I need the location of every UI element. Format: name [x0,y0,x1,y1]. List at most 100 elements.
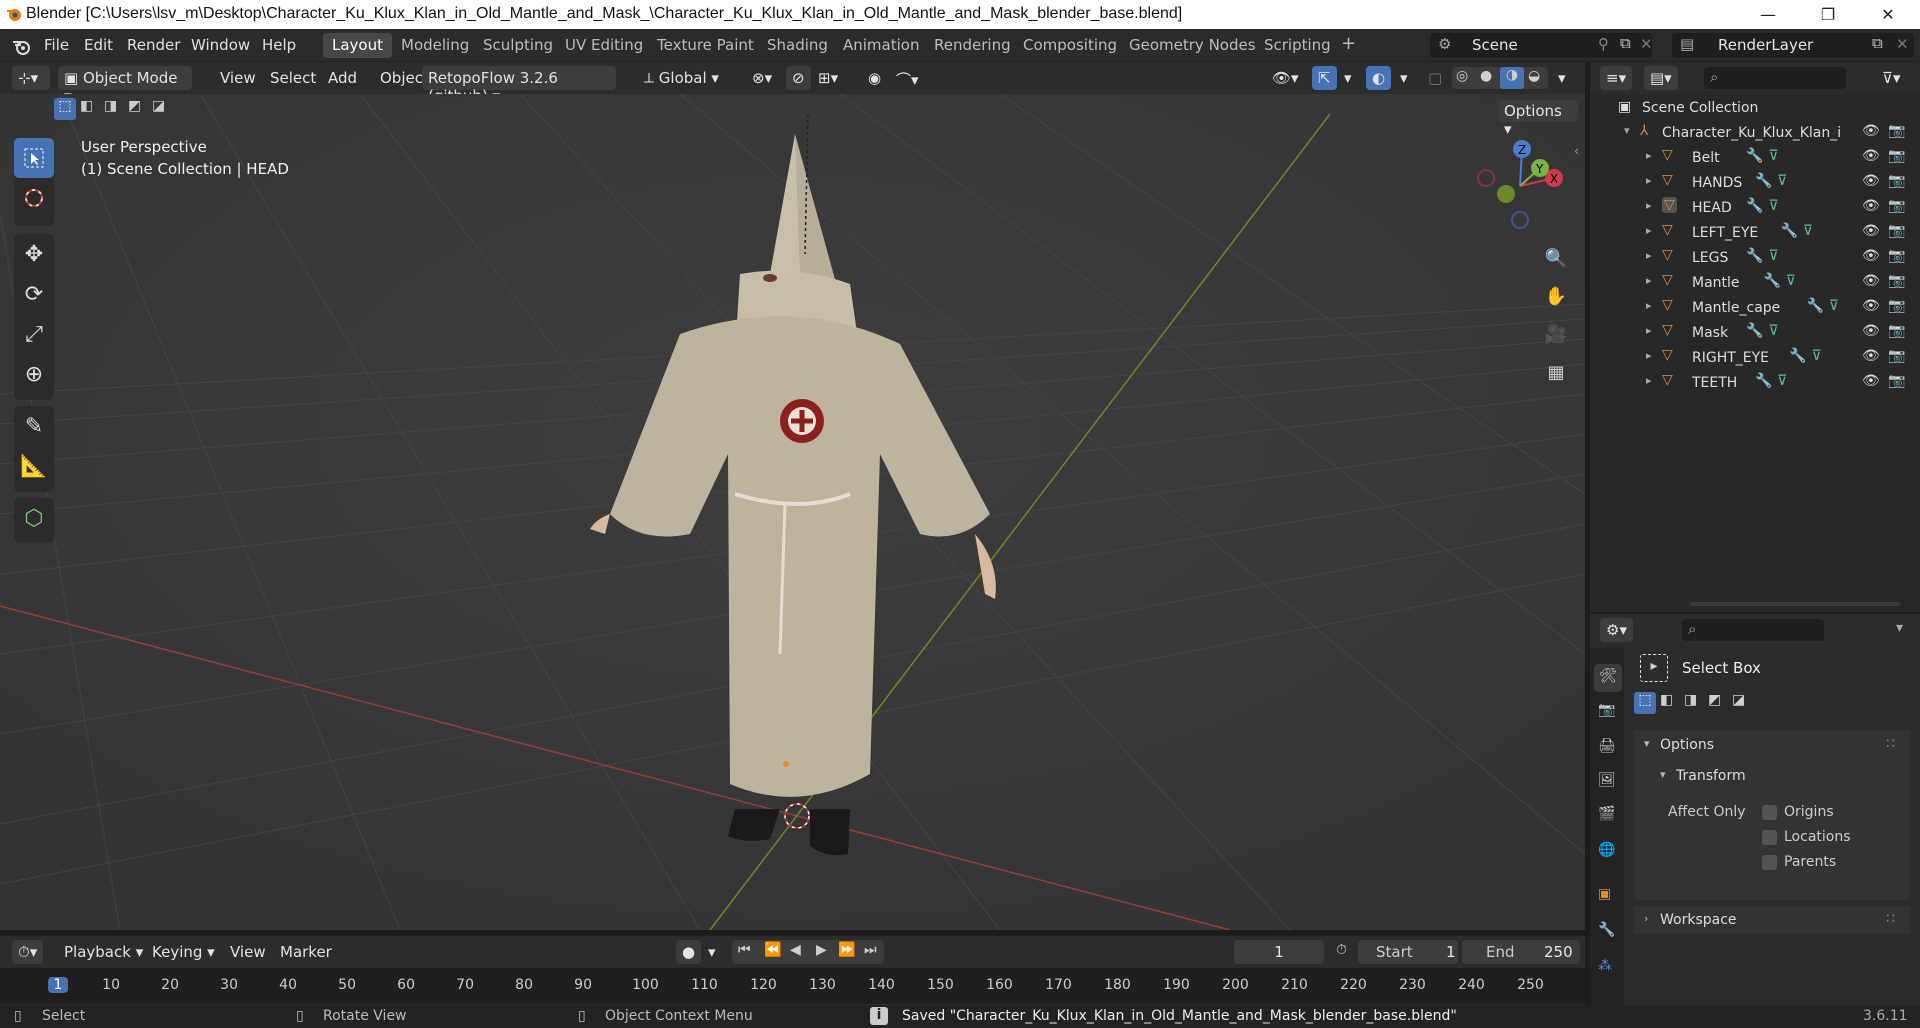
render-camera-icon[interactable]: 📷 [1888,373,1905,389]
tool-tab-icon[interactable]: 🛠 [1594,664,1622,692]
outliner-collection[interactable]: ▾ ⅄ Character_Ku_Klux_Klan_i 👁 📷 [1590,121,1920,146]
proportional-edit-icon[interactable]: ◉ [862,66,887,90]
start-frame-field[interactable]: Start 1 [1358,940,1458,964]
end-frame-field[interactable]: End 250 [1462,940,1580,964]
output-tab-icon[interactable]: 🖨 [1598,738,1616,754]
proportional-falloff-icon[interactable]: ⌒▾ [890,66,925,90]
restore-button[interactable]: ❐ [1800,0,1856,29]
expand-arrow-icon[interactable]: ▾ [1624,124,1630,137]
snap-target-icon[interactable]: ⊞▾ [812,66,844,90]
visibility-eye-icon[interactable]: 👁 [1862,273,1880,289]
mesh-data-icon[interactable]: ⊽ [1811,348,1821,364]
annotate-tool-icon[interactable]: ✎ [14,406,54,446]
tab-sculpting[interactable]: Sculpting [474,33,562,58]
modifier-wrench-icon[interactable]: 🔧 [1755,173,1772,189]
viewport-options-dropdown[interactable]: Options ▾ [1498,100,1578,138]
transform-orientation-selector[interactable]: ⟂ Global ▾ [638,66,734,90]
options-panel-title[interactable]: Options [1660,737,1714,753]
jump-start-icon[interactable]: ⏮ [738,942,751,958]
modifier-wrench-icon[interactable]: 🔧 [1807,298,1824,314]
mesh-data-icon[interactable]: ⊽ [1768,148,1778,164]
render-tab-icon[interactable]: 📷 [1598,702,1615,718]
timeline-menu-keying[interactable]: Keying ▾ [146,940,221,964]
select-new-icon[interactable]: ⬚ [1634,692,1656,714]
current-frame-indicator[interactable]: 1 [48,977,68,993]
workspace-expand-icon[interactable]: › [1644,912,1648,925]
viewport-menu-select[interactable]: Select [264,66,322,90]
origins-checkbox[interactable] [1762,805,1777,820]
drag-handle-icon[interactable]: ∷ [1886,736,1895,752]
outliner-object-row[interactable]: ▸ ▽ LEGS 🔧 ⊽ 👁 📷 [1590,246,1920,271]
render-camera-icon[interactable]: 📷 [1888,198,1905,214]
tab-animation[interactable]: Animation [834,33,928,58]
3d-viewport[interactable]: User Perspective (1) Scene Collection | … [0,94,1585,930]
expand-arrow-icon[interactable]: ▸ [1646,174,1652,187]
timeline-editor-type-icon[interactable]: ⏱▾ [12,940,44,964]
menu-window[interactable]: Window [191,36,250,54]
expand-arrow-icon[interactable]: ▸ [1646,249,1652,262]
viewport-menu-add[interactable]: Add [322,66,363,90]
visibility-eye-icon[interactable]: 👁 [1862,323,1880,339]
delete-scene-icon[interactable]: ✕ [1640,35,1653,53]
render-camera-icon[interactable]: 📷 [1888,273,1905,289]
overlay-dropdown-icon[interactable]: ▾ [1394,66,1414,90]
timeline-menu-view[interactable]: View [224,940,272,964]
view-layer-selector[interactable]: ▤ RenderLayer ⧉ ✕ [1672,33,1914,58]
particles-tab-icon[interactable]: ⁂ [1598,958,1612,974]
visibility-eye-icon[interactable]: 👁 [1862,248,1880,264]
navigation-gizmo[interactable]: Z X Y [1470,136,1570,236]
select-invert-icon[interactable]: ◩ [1708,692,1721,708]
auto-keying-icon[interactable]: ● [676,940,702,964]
render-camera-icon[interactable]: 📷 [1888,248,1905,264]
modifier-wrench-icon[interactable]: 🔧 [1789,348,1806,364]
mesh-data-icon[interactable]: ⊽ [1829,298,1839,314]
transform-subpanel-title[interactable]: Transform [1676,768,1746,784]
modifier-wrench-icon[interactable]: 🔧 [1746,198,1763,214]
menu-help[interactable]: Help [262,36,296,54]
mesh-data-icon[interactable]: ⊽ [1777,373,1787,389]
options-collapse-icon[interactable]: ▾ [1644,737,1650,750]
menu-file[interactable]: File [44,36,69,54]
jump-end-icon[interactable]: ⏭ [864,942,877,958]
viewport-menu-view[interactable]: View [214,66,262,90]
mesh-data-icon[interactable]: ⊽ [1786,273,1796,289]
outliner-object-row[interactable]: ▸ ▽ RIGHT_EYE 🔧 ⊽ 👁 📷 [1590,346,1920,371]
rotate-tool-icon[interactable]: ⟳ [14,274,54,314]
outliner-search-input[interactable]: ⌕ [1704,67,1846,89]
outliner-object-row[interactable]: ▸ ▽ LEFT_EYE 🔧 ⊽ 👁 📷 [1590,221,1920,246]
properties-options-icon[interactable]: ▾ [1896,620,1903,636]
outliner-object-row[interactable]: ▸ ▽ HANDS 🔧 ⊽ 👁 📷 [1590,171,1920,196]
material-preview-shading-icon[interactable]: ◑ [1500,67,1524,89]
xray-toggle-icon[interactable]: ▢ [1422,66,1448,90]
tab-texture-paint[interactable]: Texture Paint [648,33,763,58]
cursor-tool-icon[interactable] [14,178,54,218]
render-camera-icon[interactable]: 📷 [1888,148,1905,164]
modifier-wrench-icon[interactable]: 🔧 [1755,373,1772,389]
timeline-menu-playback[interactable]: Playback ▾ [58,940,149,964]
modifier-wrench-icon[interactable]: 🔧 [1781,223,1798,239]
visibility-eye-icon[interactable]: 👁 [1862,298,1880,314]
mode-selector[interactable]: ▣ Object Mode ▾ [58,66,192,105]
close-button[interactable]: ✕ [1860,0,1916,29]
retopoflow-button[interactable]: RetopoFlow 3.2.6 (github) ▾ [422,66,616,105]
tab-rendering[interactable]: Rendering [925,33,1020,58]
select-extend-icon[interactable]: ◧ [1660,692,1673,708]
overlay-toggle-icon[interactable]: ◐ [1366,66,1392,90]
expand-arrow-icon[interactable]: ▸ [1646,374,1652,387]
menu-edit[interactable]: Edit [84,36,113,54]
editor-type-icon[interactable]: ⊹▾ [12,66,50,90]
pan-view-icon[interactable]: ✋ [1540,280,1572,312]
outliner-object-row[interactable]: ▸ ▽ TEETH 🔧 ⊽ 👁 📷 [1590,371,1920,396]
keying-set-dropdown-icon[interactable]: ▾ [702,940,722,964]
select-intersect-icon[interactable]: ◪ [1732,692,1745,708]
tab-shading[interactable]: Shading [758,33,837,58]
outliner-scene-collection[interactable]: ▣ Scene Collection [1590,96,1920,121]
transform-tool-icon[interactable]: ⊕ [14,354,54,394]
locations-checkbox[interactable] [1762,830,1777,845]
outliner-object-row[interactable]: ▸ ▽ Mantle_cape 🔧 ⊽ 👁 📷 [1590,296,1920,321]
properties-search-input[interactable]: ⌕ [1682,619,1824,641]
render-camera-icon[interactable]: 📷 [1888,223,1905,239]
outliner-object-row[interactable]: ▸ ▽ Mantle 🔧 ⊽ 👁 📷 [1590,271,1920,296]
select-new-icon[interactable]: ⬚ [54,98,76,120]
render-camera-icon[interactable]: 📷 [1888,348,1905,364]
